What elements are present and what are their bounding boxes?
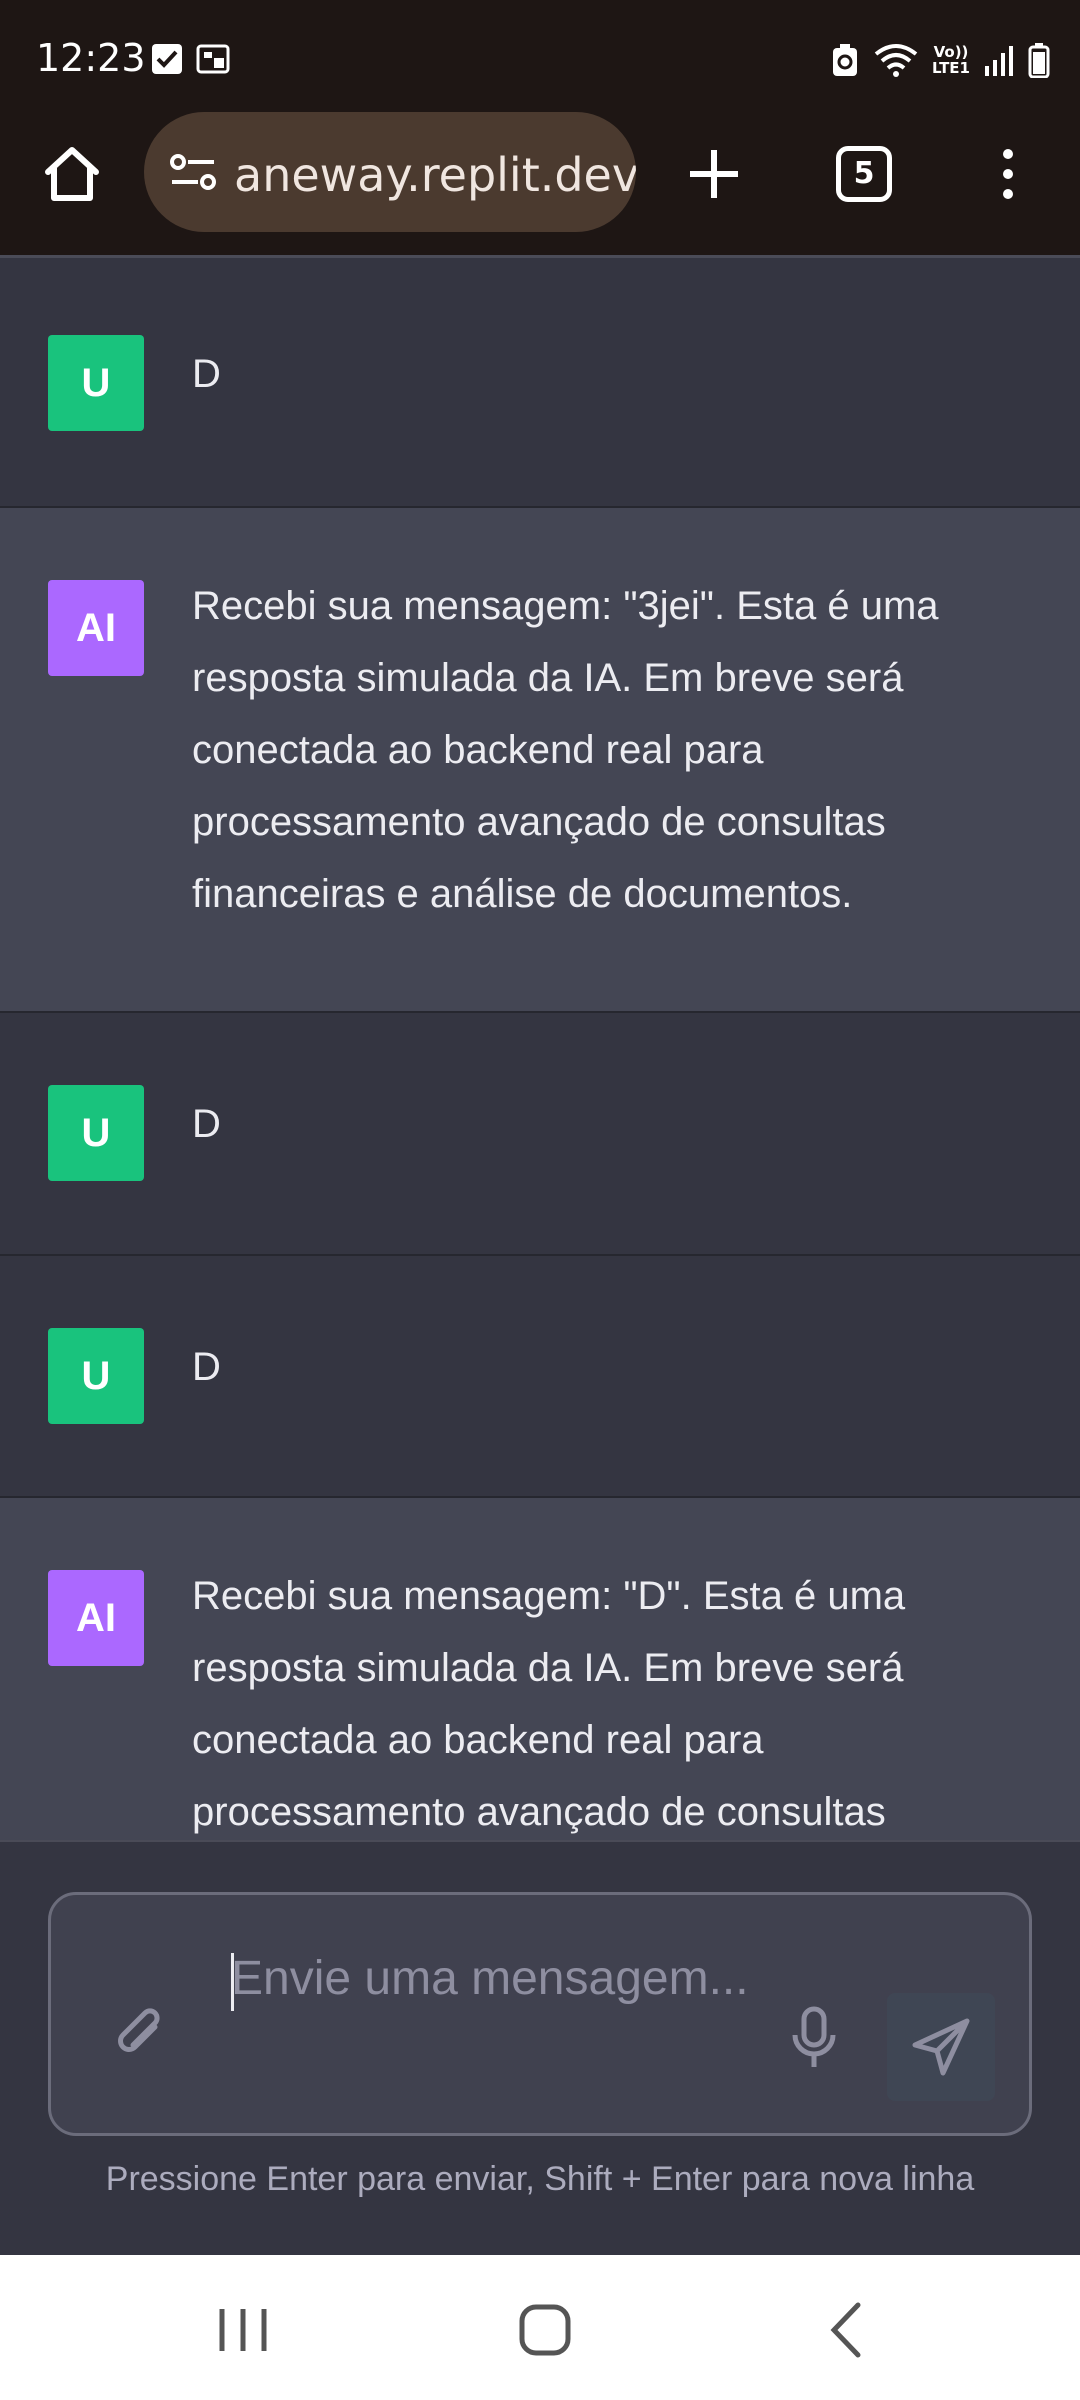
message-text: Recebi sua mensagem: "3jei". Esta é uma … [192, 584, 939, 916]
site-settings-icon[interactable] [168, 152, 218, 192]
system-navigation-bar [0, 2255, 1080, 2400]
message-input[interactable]: Envie uma mensagem... [48, 1892, 1032, 2136]
tab-switcher-button[interactable]: 5 [836, 146, 892, 202]
browser-toolbar: aneway.replit.dev 5 [0, 110, 1080, 255]
signal-icon [985, 46, 1013, 76]
chat-message-user: U D [0, 1256, 1080, 1498]
microphone-icon[interactable] [789, 2005, 839, 2071]
user-avatar: U [48, 1085, 144, 1181]
battery-icon [1028, 43, 1050, 78]
paperclip-icon[interactable] [111, 2005, 169, 2063]
chat-message-ai: AI Recebi sua mensagem: "3jei". Esta é u… [0, 508, 1080, 1013]
url-text[interactable]: aneway.replit.dev [234, 148, 636, 202]
checkbox-notification-icon [152, 44, 182, 74]
status-time: 12:23 [36, 36, 146, 80]
back-icon[interactable] [812, 2295, 882, 2365]
ai-avatar: AI [48, 580, 144, 676]
home-nav-icon[interactable] [510, 2295, 580, 2365]
battery-saver-icon [833, 44, 857, 76]
chat-message-user: U D [0, 258, 1080, 508]
message-text: D [192, 1102, 221, 1146]
address-bar[interactable]: aneway.replit.dev [144, 112, 636, 232]
user-avatar: U [48, 1328, 144, 1424]
message-text: Recebi sua mensagem: "D". Esta é uma res… [192, 1574, 906, 1834]
message-text: D [192, 352, 221, 396]
chat-message-user: U D [0, 1013, 1080, 1256]
send-icon [912, 2018, 970, 2076]
message-placeholder[interactable]: Envie uma mensagem... [231, 1943, 791, 2015]
composer: Envie uma mensagem... Pressione Enter pa… [0, 1840, 1080, 2255]
recent-apps-icon[interactable] [208, 2295, 278, 2365]
volte-top: Vo)) [933, 43, 969, 61]
composer-hint: Pressione Enter para enviar, Shift + Ent… [105, 2160, 975, 2198]
status-bar: 12:23 Vo)) LTE1 [0, 0, 1080, 110]
status-icons: Vo)) LTE1 [830, 40, 1050, 80]
wifi-icon [874, 44, 918, 77]
ai-avatar: AI [48, 1570, 144, 1666]
send-button[interactable] [887, 1993, 995, 2101]
chat-thread[interactable]: U D AI Recebi sua mensagem: "3jei". Esta… [0, 255, 1080, 1840]
more-options-icon[interactable] [990, 146, 1026, 202]
new-tab-icon[interactable] [686, 146, 742, 202]
message-text: D [192, 1345, 221, 1389]
home-icon[interactable] [40, 142, 104, 206]
chat-message-ai: AI Recebi sua mensagem: "D". Esta é uma … [0, 1498, 1080, 1840]
user-avatar: U [48, 335, 144, 431]
volte-indicator: Vo)) LTE1 [932, 44, 970, 76]
gallery-notification-icon [196, 44, 230, 74]
volte-bottom: LTE1 [932, 59, 970, 77]
